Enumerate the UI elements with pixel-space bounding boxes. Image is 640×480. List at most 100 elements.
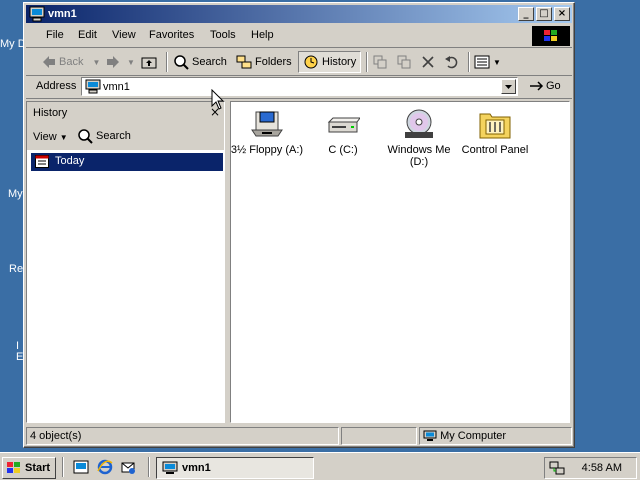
- taskbar: Start vmn1 4:58 AM: [0, 452, 640, 480]
- address-dropdown-button[interactable]: [501, 79, 516, 94]
- start-label: Start: [25, 462, 51, 474]
- desktop-label-my-documents[interactable]: My D: [0, 38, 26, 50]
- menu-view[interactable]: View: [112, 29, 136, 41]
- history-search-label: Search: [96, 130, 131, 142]
- status-blank: [341, 427, 417, 445]
- status-zone-label: My Computer: [440, 430, 507, 442]
- chevron-down-icon: [505, 85, 512, 89]
- close-button[interactable]: ×: [554, 7, 570, 21]
- back-arrow-icon: [43, 56, 55, 68]
- menu-bar: File Edit View Favorites Tools Help: [26, 25, 572, 48]
- minimize-button[interactable]: _: [518, 7, 534, 21]
- chevron-down-icon[interactable]: ▼: [92, 58, 100, 67]
- clock[interactable]: 4:58 AM: [582, 462, 622, 474]
- desktop-label-recycle-bin[interactable]: Re: [9, 263, 23, 275]
- back-label: Back: [59, 56, 84, 68]
- move-to-icon: [373, 55, 387, 69]
- title-bar[interactable]: vmn1 _ □ ×: [26, 5, 572, 23]
- start-button[interactable]: Start: [2, 457, 56, 479]
- history-pane-title: History: [33, 107, 68, 119]
- control-panel-icon: [479, 113, 511, 139]
- copy-to-button[interactable]: [396, 51, 412, 73]
- windows-logo-icon: [7, 462, 20, 473]
- explorer-window: vmn1 _ □ × File Edit View Favorites Tool…: [23, 2, 575, 448]
- history-icon: [304, 55, 318, 69]
- copy-to-icon: [397, 55, 411, 69]
- back-button[interactable]: Back ▼: [42, 51, 100, 73]
- go-button[interactable]: Go: [528, 79, 561, 93]
- computer-icon: [162, 461, 178, 474]
- history-search-button[interactable]: Search: [77, 128, 131, 144]
- menu-help[interactable]: Help: [251, 29, 274, 41]
- status-bar: 4 object(s) My Computer: [26, 427, 572, 445]
- taskbar-separator: [62, 457, 64, 477]
- address-bar: Address vmn1 Go: [26, 76, 572, 99]
- floppy-drive-icon: [251, 111, 283, 137]
- address-input[interactable]: vmn1: [81, 77, 518, 96]
- internet-explorer-icon[interactable]: [97, 459, 113, 475]
- window-title: vmn1: [48, 8, 77, 20]
- desktop-label-my-computer[interactable]: My: [8, 188, 23, 200]
- toolbar-separator: [166, 52, 168, 72]
- folders-button[interactable]: Folders: [236, 51, 292, 73]
- menu-favorites[interactable]: Favorites: [149, 29, 194, 41]
- views-icon: [474, 55, 490, 69]
- go-arrow-icon: [530, 81, 544, 91]
- show-desktop-icon[interactable]: [73, 459, 89, 475]
- file-item-cd-drive[interactable]: Windows Me (D:): [381, 108, 457, 168]
- history-pane-toolbar: View ▼ Search: [27, 124, 224, 150]
- go-label: Go: [546, 80, 561, 92]
- folders-label: Folders: [255, 56, 292, 68]
- network-icon[interactable]: [549, 460, 565, 476]
- folders-icon: [236, 55, 252, 69]
- search-button[interactable]: Search: [173, 51, 227, 73]
- undo-icon: [445, 56, 458, 69]
- up-folder-icon: [141, 57, 157, 69]
- history-today-item[interactable]: Today: [31, 153, 223, 171]
- move-to-button[interactable]: [372, 51, 388, 73]
- chevron-down-icon: ▼: [59, 133, 68, 142]
- history-view-button[interactable]: View ▼: [33, 131, 68, 143]
- toolbar-separator: [468, 52, 470, 72]
- hard-drive-icon: [327, 117, 360, 133]
- file-label-control-panel: Control Panel: [461, 144, 529, 156]
- menu-tools[interactable]: Tools: [210, 29, 236, 41]
- file-item-control-panel[interactable]: Control Panel: [457, 108, 533, 156]
- status-zone: My Computer: [419, 427, 572, 445]
- taskbar-window-label: vmn1: [182, 462, 211, 474]
- taskbar-window-button[interactable]: vmn1: [156, 457, 314, 479]
- chevron-down-icon[interactable]: ▼: [493, 58, 501, 67]
- forward-button[interactable]: ▼: [106, 51, 135, 73]
- calendar-icon: [35, 155, 49, 168]
- computer-icon: [29, 6, 45, 22]
- file-item-c-drive[interactable]: C (C:): [305, 108, 381, 156]
- search-icon: [174, 55, 189, 70]
- history-label: History: [322, 56, 357, 68]
- mouse-pointer-icon: [211, 89, 225, 110]
- search-label: Search: [192, 56, 227, 68]
- chevron-down-icon[interactable]: ▼: [127, 58, 135, 67]
- menu-file[interactable]: File: [46, 29, 64, 41]
- delete-icon: [422, 56, 434, 68]
- maximize-button[interactable]: □: [536, 7, 552, 21]
- file-item-floppy[interactable]: 3½ Floppy (A:): [229, 108, 305, 156]
- menu-edit[interactable]: Edit: [78, 29, 97, 41]
- forward-arrow-icon: [107, 56, 119, 68]
- views-button[interactable]: ▼: [474, 51, 501, 73]
- undo-button[interactable]: [444, 51, 460, 73]
- history-today-label: Today: [55, 155, 85, 167]
- computer-icon: [423, 430, 437, 442]
- file-label-floppy: 3½ Floppy (A:): [230, 144, 304, 156]
- history-pane: History × View ▼ Search Today: [26, 101, 225, 423]
- toolbar-separator: [366, 52, 368, 72]
- status-object-count: 4 object(s): [26, 427, 339, 445]
- address-value: vmn1: [103, 81, 130, 93]
- standard-toolbar: Back ▼ ▼ Search Folders History ▼: [26, 49, 572, 76]
- delete-button[interactable]: [421, 51, 435, 73]
- outlook-express-icon[interactable]: [120, 459, 136, 475]
- address-label: Address: [36, 80, 77, 92]
- history-button[interactable]: History: [298, 51, 362, 73]
- up-folder-button[interactable]: [141, 51, 157, 73]
- taskbar-separator: [148, 457, 150, 477]
- history-pane-header: History ×: [27, 102, 224, 124]
